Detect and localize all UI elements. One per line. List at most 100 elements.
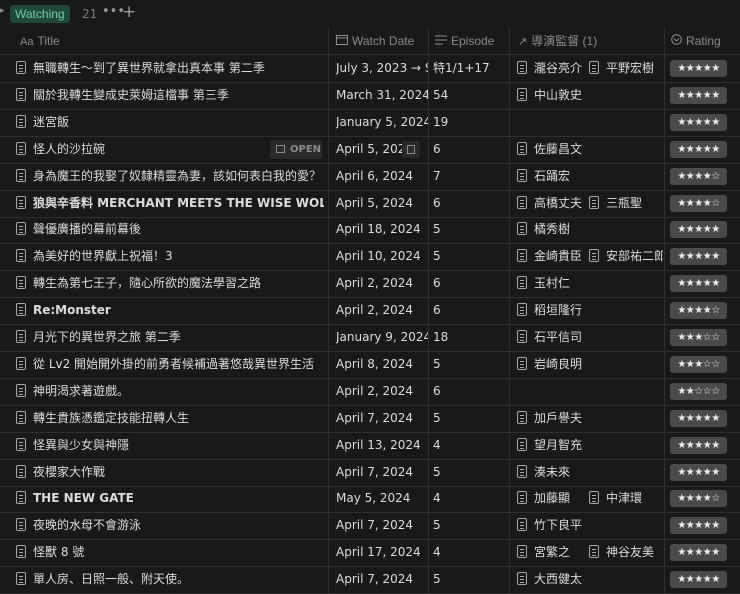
watch-date-cell[interactable]: April 7, 2024 — [336, 566, 428, 593]
table-row[interactable]: 關於我轉生變成史萊姆這檔事 第三季 March 31, 2024 54 中山敦史 ★★★… — [0, 82, 740, 110]
watch-date-cell[interactable]: May 5, 2024 — [336, 485, 428, 512]
table-row[interactable]: 夜晚的水母不會游泳 April 7, 2024 5 竹下良平 ★★★★★ — [0, 512, 740, 541]
open-page-button[interactable]: OPEN — [270, 139, 322, 159]
episode-cell[interactable]: 5 — [433, 459, 509, 486]
title-cell[interactable]: 關於我轉生變成史萊姆這檔事 第三季 — [16, 82, 324, 109]
table-row[interactable]: 迷宮飯 January 5, 2024 19 ★★★★★ — [0, 109, 740, 137]
title-cell[interactable]: 為美好的世界獻上祝福！3 — [16, 243, 324, 270]
title-cell[interactable]: 神明渴求著遊戲。 — [16, 378, 324, 405]
table-row[interactable]: THE NEW GATE May 5, 2024 4 加藤顯 中津環 ★★★★☆ — [0, 485, 740, 514]
title-cell[interactable]: 狼與辛香料 MERCHANT MEETS THE WISE WOLF — [16, 190, 324, 217]
copy-icon[interactable] — [402, 140, 420, 158]
column-header-watch-date[interactable]: Watch Date — [336, 28, 414, 54]
director-cell[interactable]: 加戶譽夫 — [517, 405, 663, 432]
episode-cell[interactable]: 6 — [433, 136, 509, 163]
table-row[interactable]: 怪人的沙拉碗 OPEN April 5, 2024 6 佐藤昌文 ★★★★★ — [0, 136, 740, 164]
rating-badge[interactable]: ★★★★★ — [670, 60, 727, 77]
watch-date-cell[interactable]: April 2, 2024 — [336, 378, 428, 405]
director-cell[interactable]: 大西健太 — [517, 566, 663, 593]
rating-badge[interactable]: ★★★★★ — [670, 409, 727, 427]
collapse-caret-icon[interactable]: ▸ — [0, 6, 6, 20]
title-cell[interactable]: 從 Lv2 開始開外掛的前勇者候補過著悠哉異世界生活 — [16, 351, 324, 378]
rating-badge[interactable]: ★★★★☆ — [670, 194, 727, 212]
director-cell[interactable]: 望月智充 — [517, 432, 663, 459]
title-cell[interactable]: 月光下的異世界之旅 第二季 — [16, 324, 324, 351]
episode-cell[interactable]: 5 — [433, 243, 509, 270]
table-row[interactable]: 怪異與少女與神隱 April 13, 2024 4 望月智充 ★★★★★ — [0, 432, 740, 460]
table-row[interactable]: 聲優廣播的幕前幕後 April 18, 2024 5 橘秀樹 ★★★★★ — [0, 216, 740, 245]
rating-badge[interactable]: ★★★★★ — [670, 248, 727, 266]
watch-date-cell[interactable]: April 5, 2024 — [336, 190, 428, 217]
episode-cell[interactable]: 4 — [433, 432, 509, 459]
watch-date-cell[interactable]: April 18, 2024 — [336, 216, 428, 243]
title-cell[interactable]: 身為魔王的我娶了奴隸精靈為妻，該如何表白我的愛？ — [16, 163, 324, 190]
rating-badge[interactable]: ★★★★☆ — [670, 302, 727, 320]
title-cell[interactable]: 無職轉生～到了異世界就拿出真本事 第二季 — [16, 55, 324, 82]
watch-date-cell[interactable]: April 2, 2024 — [336, 297, 428, 324]
rating-badge[interactable]: ★★★★★ — [670, 113, 727, 131]
title-cell[interactable]: 轉生為第七王子，隨心所欲的魔法學習之路 — [16, 270, 324, 297]
episode-cell[interactable]: 5 — [433, 351, 509, 378]
table-row[interactable]: 狼與辛香料 MERCHANT MEETS THE WISE WOLF April … — [0, 190, 740, 218]
director-cell[interactable]: 石踊宏 — [517, 163, 663, 190]
add-view-icon[interactable]: + — [122, 2, 136, 22]
rating-badge[interactable]: ★★★☆☆ — [670, 355, 727, 373]
rating-badge[interactable]: ★★★★★ — [670, 436, 727, 454]
watch-date-cell[interactable]: April 7, 2024 — [336, 512, 428, 539]
column-header-rating[interactable]: Rating — [671, 28, 721, 54]
watch-date-cell[interactable]: January 9, 2024 — [336, 324, 428, 351]
director-cell[interactable] — [517, 109, 663, 136]
episode-cell[interactable]: 5 — [433, 566, 509, 593]
title-cell[interactable]: THE NEW GATE — [16, 485, 324, 512]
rating-badge[interactable]: ★★☆☆☆ — [670, 382, 727, 400]
director-cell[interactable]: 石平信司 — [517, 324, 663, 351]
rating-badge[interactable]: ★★★★☆ — [670, 490, 727, 508]
table-row[interactable]: 月光下的異世界之旅 第二季 January 9, 2024 18 石平信司 ★★★☆☆ — [0, 324, 740, 352]
table-row[interactable]: 轉生貴族憑鑑定技能扭轉人生 April 7, 2024 5 加戶譽夫 ★★★★★ — [0, 405, 740, 433]
table-row[interactable]: 神明渴求著遊戲。 April 2, 2024 6 ★★☆☆☆ — [0, 378, 740, 406]
watch-date-cell[interactable]: April 7, 2024 — [336, 405, 428, 432]
title-cell[interactable]: 夜櫻家大作戰 — [16, 459, 324, 486]
rating-badge[interactable]: ★★★★★ — [670, 140, 727, 158]
episode-cell[interactable]: 6 — [433, 297, 509, 324]
episode-cell[interactable]: 6 — [433, 378, 509, 405]
director-cell[interactable]: 橘秀樹 — [517, 216, 663, 243]
episode-cell[interactable]: 7 — [433, 163, 509, 190]
table-row[interactable]: Re:Monster April 2, 2024 6 稻垣隆行 ★★★★☆ — [0, 297, 740, 326]
table-row[interactable]: 怪獸 8 號 April 17, 2024 4 宮繁之 神谷友美 ★★★★★ — [0, 539, 740, 568]
watch-date-cell[interactable]: March 31, 2024 — [336, 82, 428, 109]
title-cell[interactable]: 轉生貴族憑鑑定技能扭轉人生 — [16, 405, 324, 432]
rating-badge[interactable]: ★★★★★ — [670, 517, 727, 535]
director-cell[interactable]: 湊未來 — [517, 459, 663, 486]
director-cell[interactable]: 中山敦史 — [517, 82, 663, 109]
director-cell[interactable]: 高橋丈夫 三瓶聖 — [517, 190, 663, 217]
director-cell[interactable]: 竹下良平 — [517, 512, 663, 539]
director-cell[interactable]: 岩崎良明 — [517, 351, 663, 378]
watch-date-cell[interactable]: April 10, 2024 — [336, 243, 428, 270]
title-cell[interactable]: 單人房、日照一般、附天使。 — [16, 566, 324, 593]
watch-date-cell[interactable]: April 8, 2024 — [336, 351, 428, 378]
title-cell[interactable]: 怪獸 8 號 — [16, 539, 324, 566]
table-row[interactable]: 無職轉生～到了異世界就拿出真本事 第二季 July 3, 2023 → Sep 1… — [0, 55, 740, 83]
watch-date-cell[interactable]: April 7, 2024 — [336, 459, 428, 486]
table-row[interactable]: 轉生為第七王子，隨心所欲的魔法學習之路 April 2, 2024 6 玉村仁 ★★★★… — [0, 270, 740, 299]
episode-cell[interactable]: 4 — [433, 485, 509, 512]
director-cell[interactable]: 稻垣隆行 — [517, 297, 663, 324]
rating-badge[interactable]: ★★★★★ — [670, 544, 727, 562]
rating-badge[interactable]: ★★★★★ — [670, 275, 727, 293]
episode-cell[interactable]: 5 — [433, 512, 509, 539]
table-row[interactable]: 為美好的世界獻上祝福！3 April 10, 2024 5 金崎貴臣 安部祐二郎 ★★★★… — [0, 243, 740, 272]
rating-badge[interactable]: ★★★★☆ — [670, 167, 727, 185]
watch-date-cell[interactable]: April 17, 2024 — [336, 539, 428, 566]
column-header-director[interactable]: ↗ 導演監督 (1) — [518, 28, 597, 54]
director-cell[interactable]: 金崎貴臣 安部祐二郎 — [517, 243, 663, 270]
episode-cell[interactable]: 6 — [433, 270, 509, 297]
watch-date-cell[interactable]: April 13, 2024 — [336, 432, 428, 459]
column-header-title[interactable]: Aa Title — [20, 28, 60, 54]
title-cell[interactable]: 夜晚的水母不會游泳 — [16, 512, 324, 539]
rating-badge[interactable]: ★★★★★ — [670, 571, 727, 589]
watch-date-cell[interactable]: April 6, 2024 — [336, 163, 428, 190]
director-cell[interactable]: 佐藤昌文 — [517, 136, 663, 163]
rating-badge[interactable]: ★★★★★ — [670, 221, 727, 239]
episode-cell[interactable]: 5 — [433, 216, 509, 243]
